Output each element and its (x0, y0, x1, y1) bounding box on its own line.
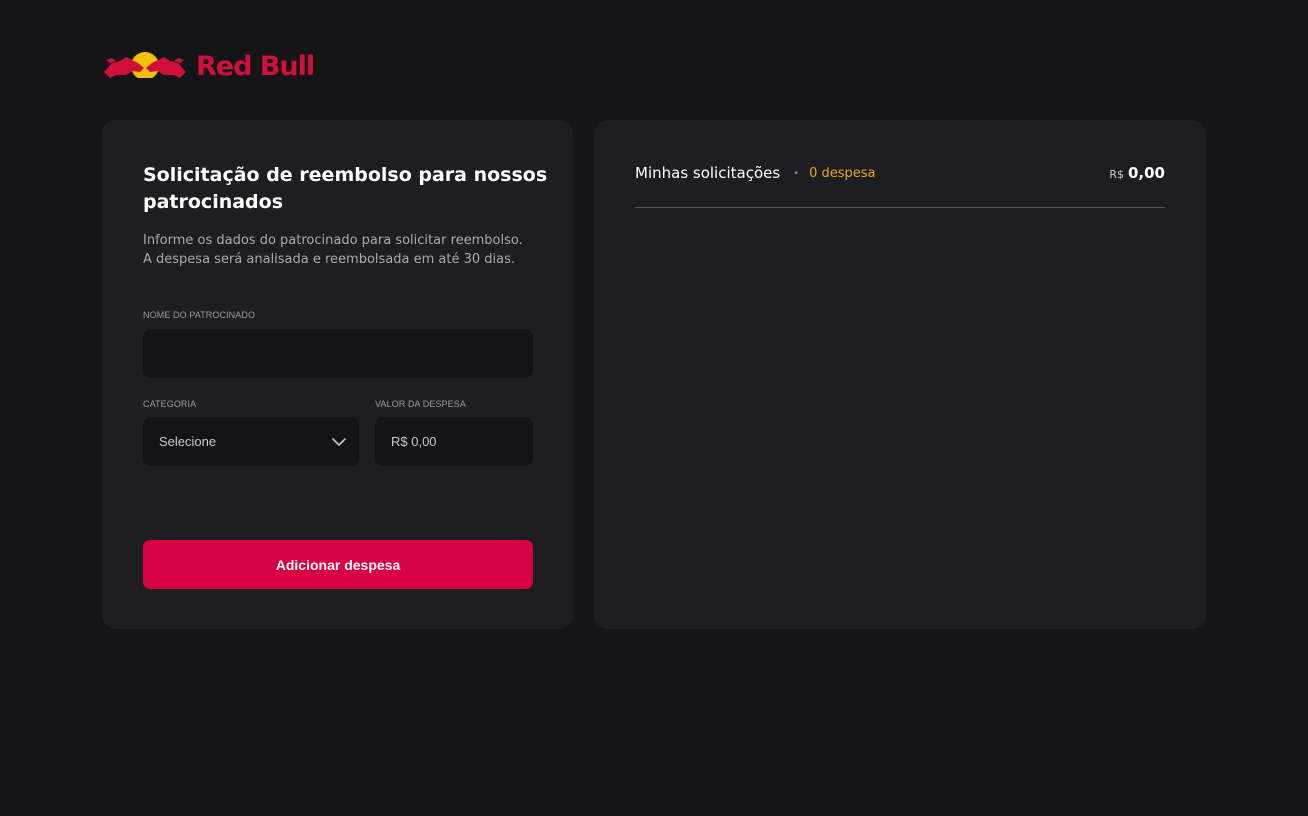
my-requests-card: Minhas solicitações • 0 despesa R$ 0,00 (594, 120, 1206, 629)
chevron-down-icon (332, 437, 346, 446)
expense-value-label: VALOR DA DESPESA (375, 399, 466, 409)
expense-count: 0 despesa (809, 165, 876, 181)
form-description-line-1: Informe os dados do patrocinado para sol… (143, 233, 523, 248)
total-currency: R$ (1109, 168, 1124, 181)
separator-dot: • (793, 167, 800, 179)
red-bull-logo[interactable]: Red Bull (102, 46, 315, 86)
red-bull-logo-icon (102, 52, 188, 82)
category-label: CATEGORIA (143, 399, 197, 409)
requests-total: R$ 0,00 (1109, 164, 1165, 182)
form-title: Solicitação de reembolso para nossos pat… (143, 164, 548, 213)
requests-title: Minhas solicitações (635, 164, 781, 182)
category-select-value: Selecione (159, 434, 217, 449)
red-bull-logo-text: Red Bull (196, 50, 315, 82)
total-amount: 0,00 (1127, 164, 1165, 182)
requests-header: Minhas solicitações • 0 despesa R$ 0,00 (635, 161, 1165, 185)
reimbursement-form-card: Solicitação de reembolso para nossos pat… (102, 120, 573, 629)
add-expense-button[interactable]: Adicionar despesa (143, 540, 533, 589)
expense-value-input[interactable]: R$ 0,00 (375, 417, 533, 466)
requests-divider (635, 207, 1165, 208)
form-description: Informe os dados do patrocinado para sol… (143, 231, 543, 269)
category-select[interactable]: Selecione (143, 417, 359, 466)
page: Red Bull Solicitação de reembolso para n… (0, 0, 1308, 816)
form-description-line-2: A despesa será analisada e reembolsada e… (143, 252, 516, 267)
sponsored-name-label: NOME DO PATROCINADO (143, 310, 256, 320)
sponsored-name-input[interactable] (143, 329, 533, 378)
